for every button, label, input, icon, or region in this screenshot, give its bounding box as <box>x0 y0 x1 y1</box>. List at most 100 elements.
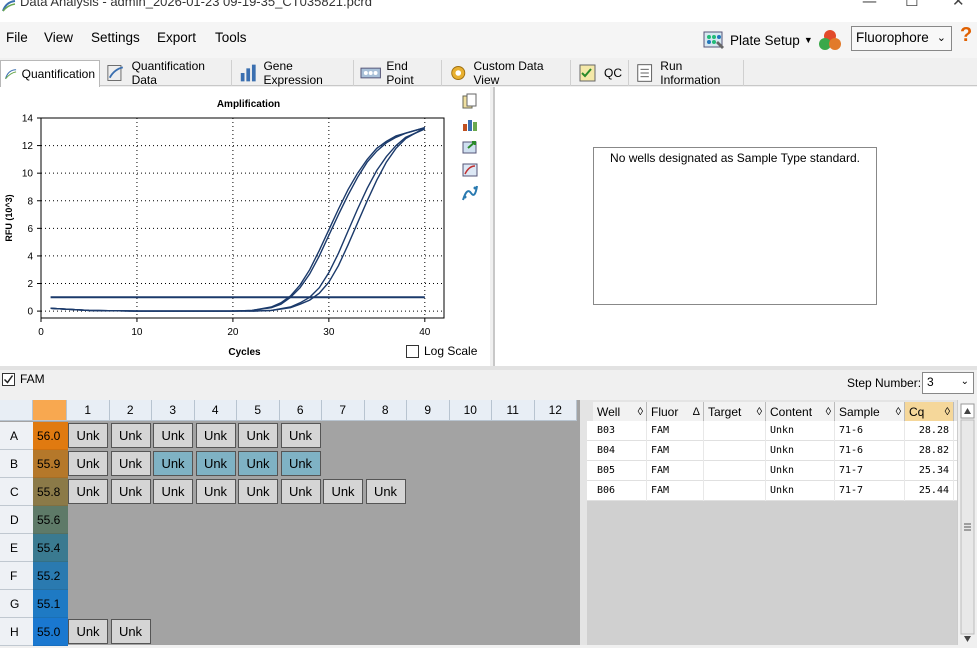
plate-well[interactable]: Unk <box>238 451 278 476</box>
plate-well[interactable]: Unk <box>238 423 278 448</box>
plate-well[interactable]: Unk <box>280 451 321 476</box>
row-header[interactable]: E <box>0 534 33 562</box>
help-button[interactable]: ? <box>960 24 972 47</box>
plate-well[interactable]: Unk <box>280 479 321 504</box>
column-header-content[interactable]: Content ◊ <box>766 402 835 422</box>
table-cell-cq: 25.44 <box>905 481 954 501</box>
plate-setup-button[interactable]: Plate Setup ▼ <box>702 27 813 53</box>
check-icon <box>3 374 14 384</box>
export-chart-icon[interactable] <box>462 139 478 155</box>
tab-custom-data-view[interactable]: Custom Data View <box>444 59 571 87</box>
plate-well[interactable]: Unk <box>365 479 406 504</box>
row-header[interactable]: G <box>0 590 33 618</box>
plate-corner[interactable] <box>0 400 33 421</box>
row-header[interactable]: F <box>0 562 33 590</box>
y-axis-label: RFU (10^3) <box>4 194 14 241</box>
table-cell-sample: 71-6 <box>835 441 905 461</box>
fam-checkbox[interactable] <box>2 372 15 386</box>
column-header-target[interactable]: Target ◊ <box>704 402 766 422</box>
zoom-chart-icon[interactable] <box>462 162 478 178</box>
column-header-fluor[interactable]: Fluor Δ <box>647 402 704 422</box>
fam-label: FAM <box>20 372 45 386</box>
column-header-well[interactable]: Well ◊ <box>593 402 647 422</box>
plate-well[interactable]: Unk <box>110 423 151 448</box>
menu-file[interactable]: File <box>6 30 28 45</box>
plate-well[interactable]: Unk <box>153 451 193 476</box>
chart-settings-icon[interactable] <box>462 116 478 132</box>
plate-well[interactable]: Unk <box>153 423 193 448</box>
column-header[interactable]: 5 <box>237 400 280 421</box>
amplification-chart[interactable]: 0 10 20 30 40 0 2 4 6 8 10 12 14 Amplification Cycles R… <box>0 87 460 366</box>
plate-well[interactable]: Unk <box>68 451 108 476</box>
color-balls-icon[interactable] <box>817 27 843 53</box>
column-header[interactable]: 4 <box>194 400 237 421</box>
step-number-select[interactable]: 3 ⌄ <box>922 372 974 394</box>
column-header-cq[interactable]: Cq ◊ <box>905 402 954 422</box>
plate-well[interactable]: Unk <box>153 479 193 504</box>
curve-icon[interactable] <box>462 185 478 201</box>
plate-well[interactable]: Unk <box>280 423 321 448</box>
column-header[interactable]: 2 <box>109 400 152 421</box>
filter-row: FAM Step Number: 3 ⌄ <box>0 370 977 400</box>
close-button[interactable]: ✕ <box>952 0 965 10</box>
table-row[interactable]: B06 FAM Unkn 71-7 25.44 <box>587 481 957 501</box>
tab-quantification[interactable]: Quantification <box>0 60 100 87</box>
row-header[interactable]: A <box>0 422 33 450</box>
row-header[interactable]: C <box>0 478 33 506</box>
tab-label: Quantification Data <box>131 59 205 87</box>
tab-end-point[interactable]: End Point <box>356 59 442 87</box>
plate-well[interactable]: Unk <box>195 479 236 504</box>
plate-well[interactable]: Unk <box>68 479 108 504</box>
menu-tools[interactable]: Tools <box>215 30 247 45</box>
table-row[interactable]: B05 FAM Unkn 71-7 25.34 <box>587 461 957 481</box>
menu-view[interactable]: View <box>44 30 73 45</box>
tab-run-information[interactable]: Run Information <box>631 59 744 87</box>
log-scale-toggle[interactable]: Log Scale <box>406 344 477 358</box>
plate-well[interactable]: Unk <box>68 423 108 448</box>
column-header[interactable]: 3 <box>152 400 195 421</box>
plate-setup-label: Plate Setup <box>730 32 800 48</box>
tab-quantification-data[interactable]: Quantification Data <box>102 59 232 87</box>
plate-well[interactable]: Unk <box>195 423 236 448</box>
plate-well[interactable]: Unk <box>110 619 151 644</box>
table-row[interactable]: B04 FAM Unkn 71-6 28.82 <box>587 441 957 461</box>
copy-icon[interactable] <box>462 93 478 109</box>
row-header[interactable]: D <box>0 506 33 534</box>
fam-filter[interactable]: FAM <box>2 372 45 386</box>
column-header[interactable]: 1 <box>67 400 110 421</box>
column-header-sample[interactable]: Sample ◊ <box>835 402 905 422</box>
plate-well[interactable]: Unk <box>68 619 108 644</box>
plate-well[interactable]: Unk <box>238 479 278 504</box>
plate-well[interactable]: Unk <box>110 479 151 504</box>
table-cell-content: Unkn <box>766 441 835 461</box>
vertical-splitter[interactable] <box>580 400 587 645</box>
plate-well[interactable]: Unk <box>323 479 363 504</box>
log-scale-checkbox[interactable] <box>406 344 419 358</box>
minimize-button[interactable]: — <box>862 0 877 10</box>
column-header[interactable]: 6 <box>279 400 322 421</box>
column-header[interactable]: 7 <box>322 400 365 421</box>
x-tick-label: 20 <box>227 327 239 338</box>
tab-gene-expression[interactable]: Gene Expression <box>234 59 354 87</box>
scrollbar-track <box>960 403 975 642</box>
fluorophore-select[interactable]: Fluorophore ⌄ <box>851 26 952 51</box>
table-scrollbar[interactable] <box>957 400 977 645</box>
table-chart-icon <box>107 65 124 81</box>
menu-settings[interactable]: Settings <box>91 30 140 45</box>
column-header[interactable]: 10 <box>449 400 492 421</box>
sort-icon: ◊ <box>637 406 643 418</box>
table-row[interactable]: B03 FAM Unkn 71-6 28.28 <box>587 421 957 441</box>
table-cell-target <box>704 461 766 481</box>
column-header[interactable]: 12 <box>534 400 577 421</box>
menu-export[interactable]: Export <box>157 30 196 45</box>
column-header-label: Sample <box>839 405 880 419</box>
tab-qc[interactable]: QC <box>573 60 629 86</box>
plate-well[interactable]: Unk <box>110 451 151 476</box>
plate-well[interactable]: Unk <box>195 451 236 476</box>
column-header[interactable]: 9 <box>407 400 450 421</box>
maximize-button[interactable]: ☐ <box>905 0 918 10</box>
row-header[interactable]: H <box>0 618 33 646</box>
row-header[interactable]: B <box>0 450 33 478</box>
column-header[interactable]: 8 <box>364 400 407 421</box>
column-header[interactable]: 11 <box>492 400 535 421</box>
